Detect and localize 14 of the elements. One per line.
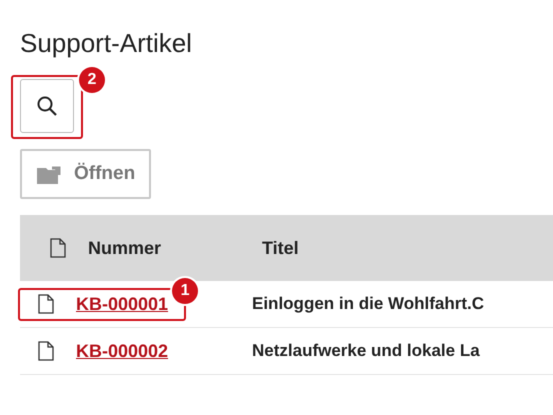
callout-badge: 2	[79, 67, 105, 93]
column-header: Titel	[261, 238, 300, 258]
page-title: Support-Artikel	[20, 28, 193, 59]
document-icon	[38, 341, 54, 361]
article-link[interactable]: KB-000001	[76, 294, 168, 314]
article-link[interactable]: KB-000002	[76, 340, 168, 362]
document-icon	[38, 294, 54, 314]
search-button[interactable]	[20, 79, 74, 133]
table-cell: Einloggen in die Wohlfahrt.C	[252, 294, 484, 313]
column-header: Nummer	[88, 238, 162, 258]
table-cell: Netzlaufwerke und lokale La	[252, 341, 480, 360]
document-icon	[50, 238, 66, 258]
callout-badge: 1	[172, 278, 198, 304]
search-icon	[36, 95, 58, 117]
